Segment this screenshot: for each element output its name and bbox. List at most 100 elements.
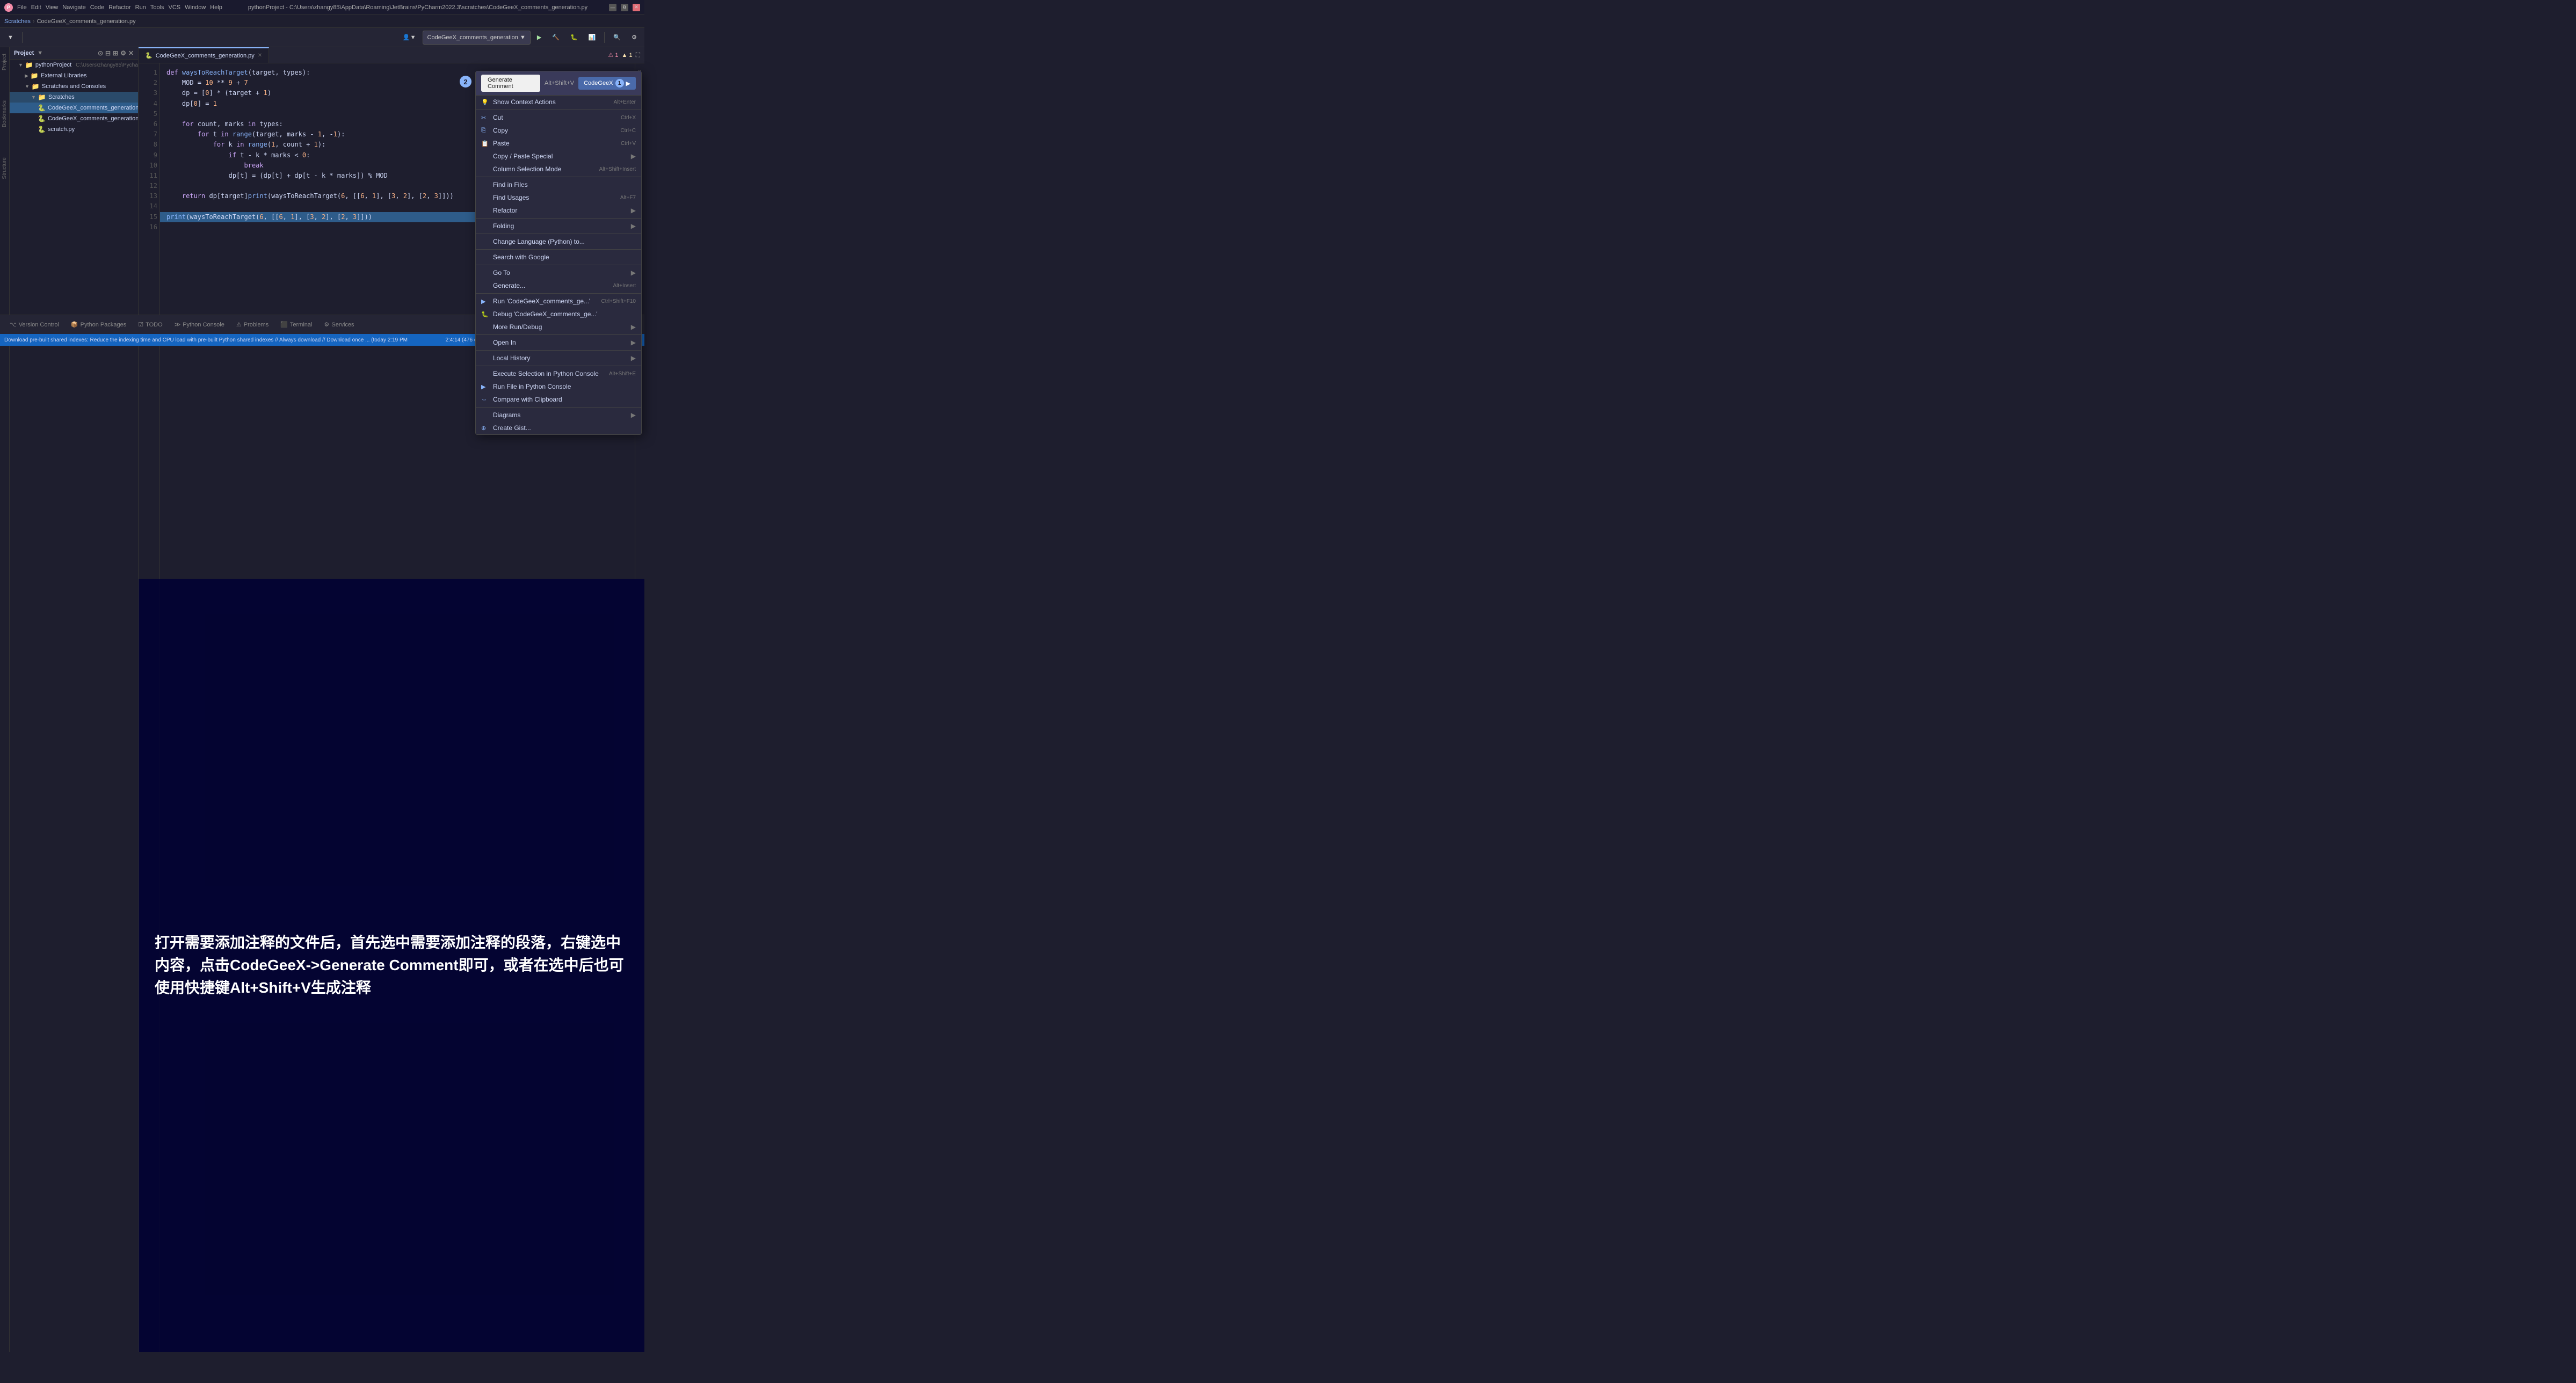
coverage-button[interactable]: 📊 (584, 31, 600, 45)
ctx-debug-file[interactable]: 🐛 Debug 'CodeGeeX_comments_ge...' (476, 308, 641, 321)
ctx-item-shortcut: Alt+Shift+E (609, 371, 636, 377)
tree-item-scratch[interactable]: 🐍 scratch.py (10, 124, 138, 135)
menu-view[interactable]: View (46, 4, 59, 11)
sidebar-collapse-icon[interactable]: ⊟ (105, 49, 111, 57)
ctx-goto[interactable]: Go To ▶ (476, 266, 641, 279)
menu-file[interactable]: File (17, 4, 27, 11)
minimize-button[interactable]: — (609, 4, 616, 11)
menu-help[interactable]: Help (210, 4, 222, 11)
tree-item-codgeex-gen[interactable]: 🐍 CodeGeeX_comments_generation.py (10, 103, 138, 113)
settings-button[interactable]: ⚙ (627, 31, 641, 45)
btm-tab-version-control[interactable]: ⌥ Version Control (4, 319, 64, 330)
window-controls[interactable]: — ⧉ ✕ (609, 4, 640, 11)
submenu-arrow-icon: ▶ (631, 152, 636, 160)
ctx-search-google[interactable]: Search with Google (476, 251, 641, 264)
sidebar-expand-icon[interactable]: ⊞ (113, 49, 118, 57)
btm-tab-services[interactable]: ⚙ Services (319, 319, 360, 330)
ctx-copy[interactable]: ⎘ Copy Ctrl+C (476, 124, 641, 137)
tree-item-codegeex-gen1[interactable]: 🐍 CodeGeeX_comments_generation1.py (10, 113, 138, 124)
build-button[interactable]: 🔨 (548, 31, 564, 45)
folder-icon: 📁 (32, 83, 40, 90)
sidebar-settings-icon[interactable]: ⚙ (120, 49, 126, 57)
lightbulb-icon: 💡 (481, 99, 489, 106)
sidebar-locate-icon[interactable]: ⊙ (98, 49, 103, 57)
tree-item-scratches-consoles[interactable]: ▼ 📁 Scratches and Consoles (10, 81, 138, 92)
ctx-folding[interactable]: Folding ▶ (476, 220, 641, 232)
ctx-generate[interactable]: Generate... Alt+Insert (476, 279, 641, 292)
codegeex-button[interactable]: CodeGeeX 1 ▶ (578, 77, 636, 90)
breadcrumb-file[interactable]: CodeGeeX_comments_generation.py (37, 18, 136, 25)
tree-item-pythonproject[interactable]: ▼ 📁 pythonProject C:\Users\zhangy85\Pych… (10, 60, 138, 70)
menu-edit[interactable]: Edit (31, 4, 41, 11)
ctx-compare-clipboard[interactable]: ⇔ Compare with Clipboard (476, 393, 641, 406)
ctx-cut[interactable]: ✂ Cut Ctrl+X (476, 111, 641, 124)
editor-tab-active[interactable]: 🐍 CodeGeeX_comments_generation.py ✕ (139, 47, 269, 63)
maximize-button[interactable]: ⧉ (621, 4, 628, 11)
ctx-item-label: More Run/Debug (493, 323, 627, 331)
ctx-column-selection[interactable]: Column Selection Mode Alt+Shift+Insert (476, 163, 641, 176)
btm-tab-label: TODO (146, 322, 163, 328)
menu-refactor[interactable]: Refactor (108, 4, 131, 11)
sidebar-close-icon[interactable]: ✕ (128, 49, 134, 57)
ctx-execute-selection[interactable]: Execute Selection in Python Console Alt+… (476, 367, 641, 380)
submenu-arrow-icon: ▶ (631, 207, 636, 214)
btm-tab-python-console[interactable]: ≫ Python Console (169, 319, 230, 330)
ctx-find-usages[interactable]: Find Usages Alt+F7 (476, 191, 641, 204)
generate-shortcut: Alt+Shift+V (545, 80, 574, 86)
project-selector-label: ▼ (8, 34, 13, 41)
arrow-right-icon: ▶ (626, 80, 630, 87)
sidebar-title: Project (14, 50, 34, 56)
run-button[interactable]: ▶ (533, 31, 546, 45)
ctx-show-context-actions[interactable]: 💡 Show Context Actions Alt+Enter (476, 96, 641, 108)
menu-run[interactable]: Run (135, 4, 146, 11)
menu-code[interactable]: Code (90, 4, 104, 11)
tab-close-icon[interactable]: ✕ (258, 53, 262, 59)
btm-tab-python-packages[interactable]: 📦 Python Packages (66, 319, 132, 330)
generate-comment-button[interactable]: Generate Comment (481, 75, 540, 92)
menu-navigate[interactable]: Navigate (62, 4, 85, 11)
ctx-local-history[interactable]: Local History ▶ (476, 352, 641, 365)
ctx-item-shortcut: Alt+F7 (620, 195, 636, 201)
debug-button[interactable]: 🐛 (566, 31, 582, 45)
ctx-paste[interactable]: 📋 Paste Ctrl+V (476, 137, 641, 150)
ctx-more-run-debug[interactable]: More Run/Debug ▶ (476, 321, 641, 333)
btm-tab-todo[interactable]: ☑ TODO (133, 319, 168, 330)
ctx-copy-paste-special[interactable]: Copy / Paste Special ▶ (476, 150, 641, 163)
expand-arrow: ▼ (31, 94, 36, 100)
main-toolbar: ▼ 👤▼ CodeGeeX_comments_generation ▼ ▶ 🔨 … (0, 28, 644, 47)
ctx-change-language[interactable]: Change Language (Python) to... (476, 235, 641, 248)
debug-icon: 🐛 (481, 311, 489, 318)
context-menu-header: Generate Comment Alt+Shift+V CodeGeeX 1 … (476, 71, 641, 96)
menu-tools[interactable]: Tools (150, 4, 164, 11)
py-icon: 🐍 (38, 115, 46, 122)
close-button[interactable]: ✕ (633, 4, 640, 11)
btm-tab-problems[interactable]: ⚠ Problems (231, 319, 274, 330)
ctx-open-in[interactable]: Open In ▶ (476, 336, 641, 349)
context-menu: Generate Comment Alt+Shift+V CodeGeeX 1 … (475, 71, 642, 435)
tree-item-external-libs[interactable]: ▶ 📁 External Libraries (10, 70, 138, 81)
ctx-find-in-files[interactable]: Find in Files (476, 178, 641, 191)
ctx-run-file[interactable]: ▶ Run 'CodeGeeX_comments_ge...' Ctrl+Shi… (476, 295, 641, 308)
search-everywhere-button[interactable]: 🔍 (609, 31, 625, 45)
run-icon: ▶ (481, 298, 489, 305)
menu-window[interactable]: Window (185, 4, 206, 11)
submenu-arrow-icon: ▶ (631, 411, 636, 419)
menu-vcs[interactable]: VCS (169, 4, 181, 11)
project-selector[interactable]: ▼ (3, 31, 18, 45)
vtab-project[interactable]: Project (1, 49, 9, 75)
vtab-structure[interactable]: Structure (1, 153, 9, 184)
ctx-item-label: Change Language (Python) to... (493, 238, 636, 245)
ctx-create-gist[interactable]: ⊕ Create Gist... (476, 421, 641, 434)
ctx-run-file-python[interactable]: ▶ Run File in Python Console (476, 380, 641, 393)
ctx-diagrams[interactable]: Diagrams ▶ (476, 409, 641, 421)
tree-label: External Libraries (41, 72, 87, 79)
paste-icon: 📋 (481, 140, 489, 147)
expand-editor-icon[interactable]: ⛶ (636, 51, 640, 59)
btm-tab-terminal[interactable]: ⬛ Terminal (275, 319, 317, 330)
profile-button[interactable]: 👤▼ (398, 31, 420, 45)
tree-item-scratches[interactable]: ▼ 📁 Scratches (10, 92, 138, 103)
vtab-bookmarks[interactable]: Bookmarks (1, 96, 9, 132)
breadcrumb-scratches[interactable]: Scratches (4, 18, 31, 25)
run-config-selector[interactable]: CodeGeeX_comments_generation ▼ (423, 31, 531, 45)
ctx-refactor[interactable]: Refactor ▶ (476, 204, 641, 217)
